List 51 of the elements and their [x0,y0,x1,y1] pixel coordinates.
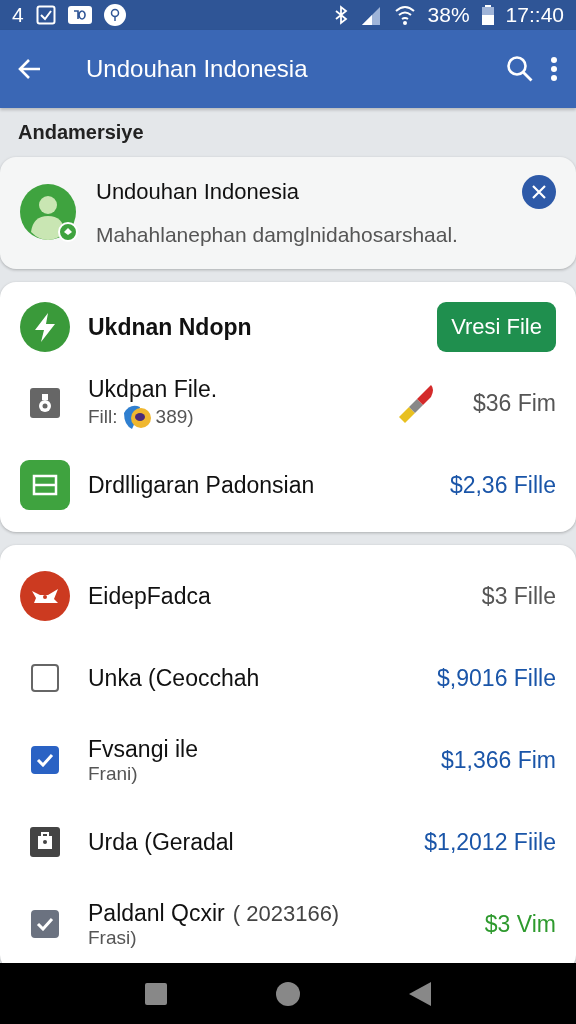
battery-percent: 38% [427,3,470,27]
status-number: 4 [12,3,24,27]
item-title: Fvsangi ile [88,735,198,763]
item-title: Ukdnan Ndopn [88,313,252,341]
file-button[interactable]: Vresi File [437,302,556,352]
section-title: Andamersiye [17,120,145,144]
price-label: $,9016 Fille [437,664,556,692]
clock: 17::40 [505,3,564,27]
app-bar-title: Undouhan Indonesia [86,55,309,83]
bag-icon [30,827,60,857]
bolt-icon [20,302,70,352]
item-subtitle: Fill: [88,405,118,428]
price-label: $1,2012 Fiile [424,828,556,856]
checkbox[interactable] [31,746,59,774]
checkbox-icon [35,5,56,25]
home-icon [276,981,300,1006]
price-label: $2,36 Fille [449,471,556,499]
item-title: EidepFadca [88,582,211,610]
back-arrow-icon [18,57,42,81]
search-icon [506,55,534,83]
close-button[interactable] [522,175,556,209]
bulb-icon [103,4,126,26]
price-label: $3 Fille [481,582,556,610]
item-subtitle: Frasi) [88,926,138,949]
back-icon [409,981,432,1006]
item-title: Ukdpan File. [88,375,218,403]
more-vertical-icon [550,57,558,81]
card-icon [20,460,70,510]
notification-message: Mahahlanephan damglnidahosarshaal. [96,223,459,247]
item-title: Unka (Ceocchah [88,664,260,692]
battery-icon [481,5,494,25]
item-title: Drdlligaran Padonsian [88,471,315,499]
item-title: Urda (Geradal [88,828,234,856]
price-label: $3 Vim [484,910,556,938]
recents-icon [144,982,167,1005]
item-note: ( 2023166) [232,900,340,927]
item-title: Paldanl Qcxir [88,899,225,927]
user-avatar-icon [20,184,78,242]
wifi-icon [393,5,416,25]
price-label: $36 Fim [472,389,556,417]
robot-icon [20,571,70,621]
padlock-icon [30,388,60,418]
checkmark-icon [36,753,54,767]
item-subtitle: Frani) [88,762,139,785]
item-subtitle: 389) [155,405,194,428]
notification-title: Undouhan Indonesia [96,179,301,205]
close-icon [532,185,546,199]
bluetooth-icon [333,5,348,25]
checkbox[interactable] [31,664,59,692]
checkmark-icon [36,917,54,931]
price-label: $1,366 Fim [440,746,556,774]
